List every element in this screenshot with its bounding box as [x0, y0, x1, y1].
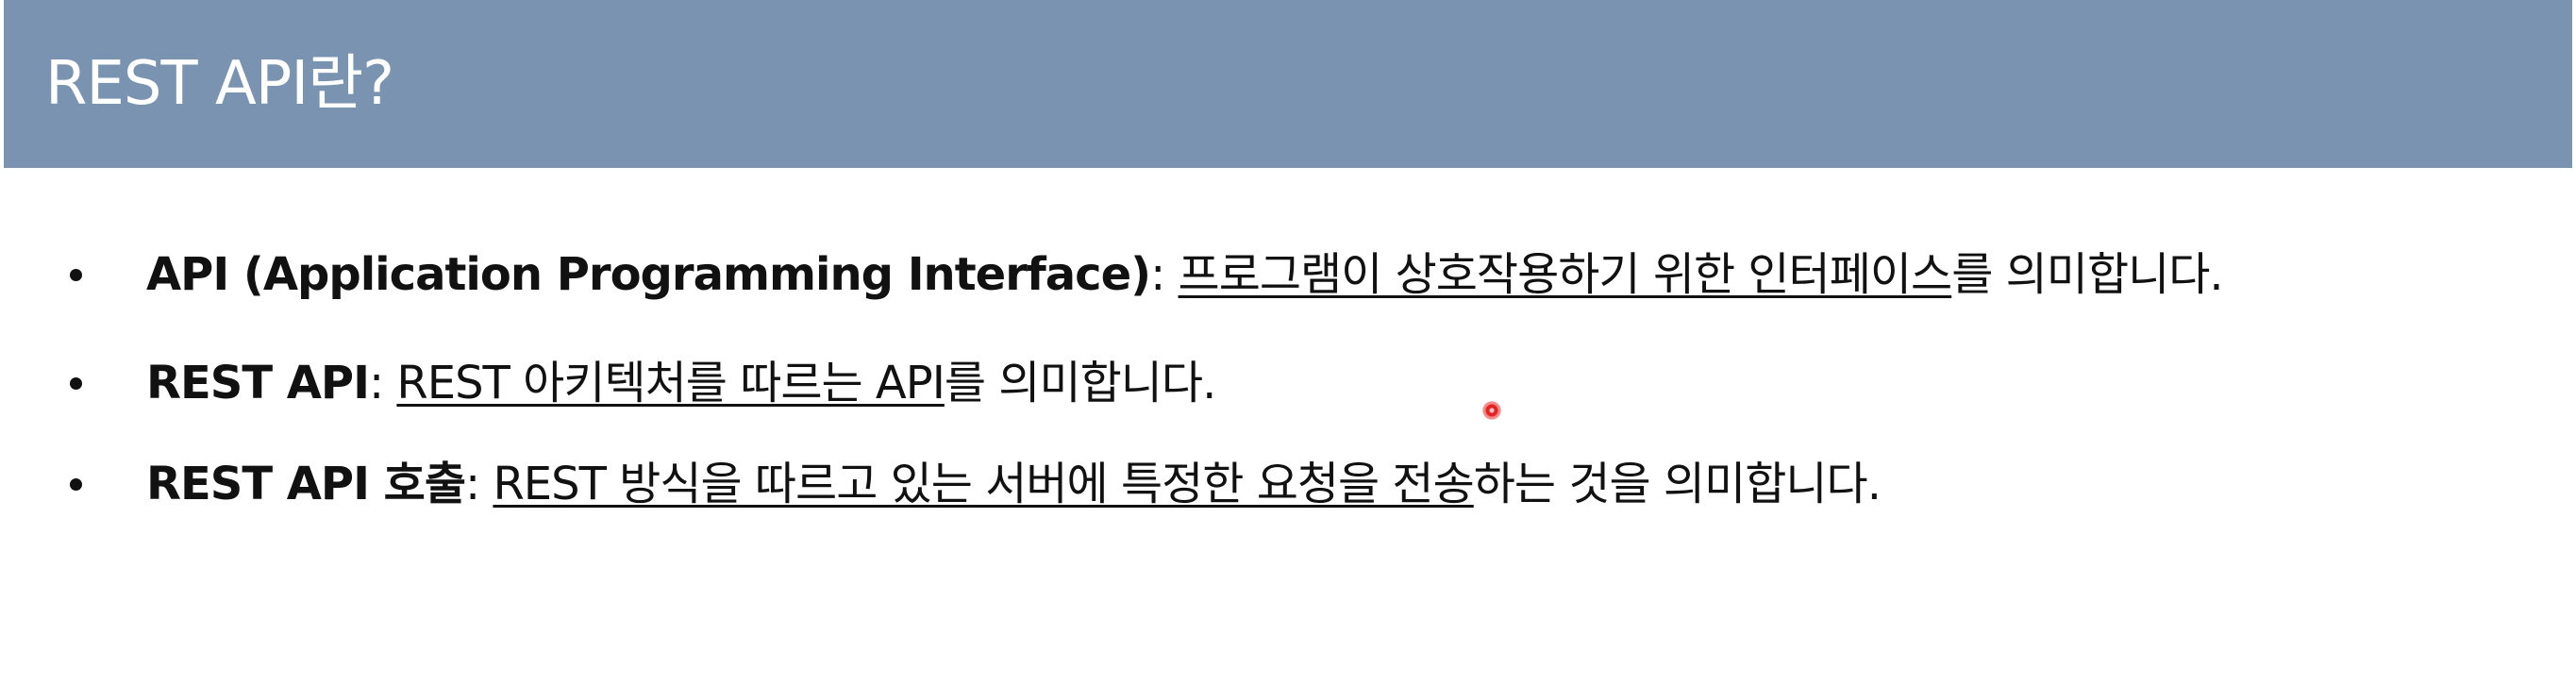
bullet-text: REST API 호출: REST 방식을 따르고 있는 서버에 특정한 요청을… — [146, 451, 1882, 517]
bullet-text: API (Application Programming Interface):… — [146, 242, 2224, 308]
slide-title-bar: REST API란? — [4, 0, 2572, 168]
bullet-term: REST API 호출 — [146, 458, 466, 510]
bullet-definition: REST 방식을 따르고 있는 서버에 특정한 요청을 전송 — [493, 458, 1474, 510]
bullet-colon: : — [368, 357, 397, 409]
bullet-term: REST API — [146, 357, 370, 409]
bullet-icon — [70, 478, 82, 491]
bullet-definition: REST 아키텍처를 따르는 API — [396, 357, 945, 409]
bullet-suffix: 를 의미합니다. — [944, 357, 1216, 409]
bullet-suffix: 하는 것을 의미합니다. — [1473, 458, 1882, 510]
bullet-term: API (Application Programming Interface) — [146, 248, 1151, 301]
bullet-colon: : — [1150, 248, 1179, 301]
bullet-suffix: 를 의미합니다. — [1951, 248, 2223, 301]
bullet-icon — [70, 269, 82, 281]
laser-pointer-icon — [1482, 401, 1501, 420]
slide-title: REST API란? — [45, 49, 394, 119]
bullet-icon — [70, 377, 82, 390]
bullet-definition: 프로그램이 상호작용하기 위한 인터페이스 — [1178, 248, 1953, 301]
bullet-colon: : — [465, 458, 493, 510]
bullet-text: REST API: REST 아키텍처를 따르는 API를 의미합니다. — [146, 350, 1216, 416]
